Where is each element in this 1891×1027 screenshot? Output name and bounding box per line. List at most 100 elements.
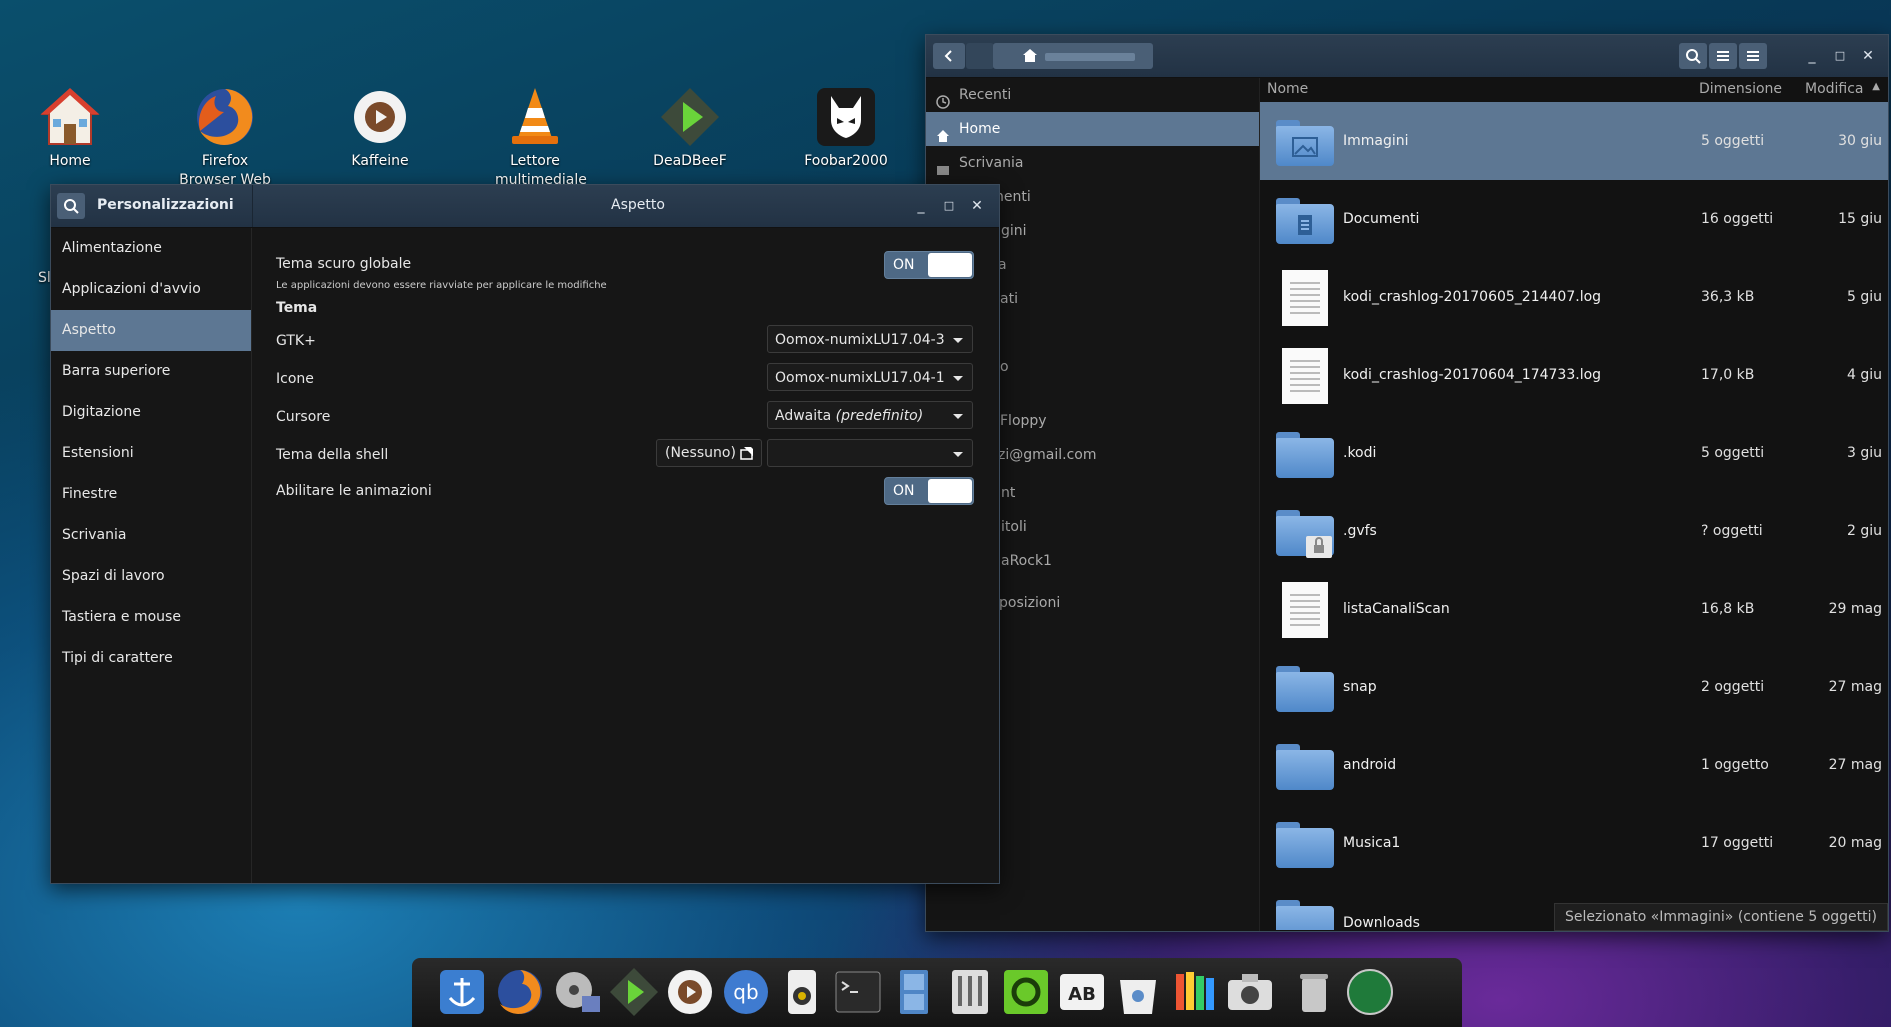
sidebar-item-applicazioni-avvio[interactable]: Applicazioni d'avvio — [51, 269, 251, 310]
sidebar-item-recenti[interactable]: Recenti — [926, 78, 1259, 112]
foobar-icon — [815, 86, 877, 148]
vlc-icon — [504, 86, 566, 148]
sidebar-item-digitazione[interactable]: Digitazione — [51, 392, 251, 433]
dark-theme-toggle[interactable]: ON — [884, 251, 974, 279]
folder-icon — [936, 156, 950, 175]
folder-icon — [1276, 744, 1334, 790]
back-button[interactable] — [933, 43, 965, 69]
icon-theme-dropdown[interactable]: Oomox-numixLU17.04-1 — [767, 363, 973, 391]
desktop-icon-kaffeine[interactable]: Kaffeine — [320, 86, 440, 171]
close-button[interactable]: ✕ — [1858, 46, 1878, 66]
table-row[interactable]: .kodi 5 oggetti 3 giu — [1260, 414, 1888, 492]
table-row[interactable]: Immagini 5 oggetti 30 giu — [1260, 102, 1888, 180]
cursor-theme-dropdown[interactable]: Adwaita (predefinito) — [767, 401, 973, 429]
home-icon — [39, 86, 101, 148]
dock-settings-icon[interactable] — [944, 966, 996, 1018]
sidebar-item-barra-superiore[interactable]: Barra superiore — [51, 351, 251, 392]
table-row[interactable]: .gvfs ? oggetti 2 giu — [1260, 492, 1888, 570]
sidebar-item-alimentazione[interactable]: Alimentazione — [51, 228, 251, 269]
path-bar-home[interactable] — [993, 43, 1153, 69]
shell-theme-file-button[interactable]: (Nessuno) — [656, 439, 762, 467]
sidebar-item-spazi-di-lavoro[interactable]: Spazi di lavoro — [51, 556, 251, 597]
chevron-down-icon — [953, 338, 963, 343]
dock-speaker-icon[interactable] — [776, 966, 828, 1018]
dock-kaffeine-icon[interactable] — [664, 966, 716, 1018]
column-modified[interactable]: Modifica — [1805, 81, 1864, 97]
dock-terminal-icon[interactable] — [832, 966, 884, 1018]
dark-theme-note: Le applicazioni devono essere riavviate … — [276, 280, 607, 291]
sidebar-item-estensioni[interactable]: Estensioni — [51, 433, 251, 474]
text-file-icon — [1282, 582, 1328, 638]
sidebar-item-finestre[interactable]: Finestre — [51, 474, 251, 515]
dock-qbittorrent-icon[interactable]: qb — [720, 966, 772, 1018]
sidebar-item-tastiera-mouse[interactable]: Tastiera e mouse — [51, 597, 251, 638]
column-name[interactable]: Nome — [1267, 81, 1308, 97]
minimize-button[interactable]: _ — [1802, 46, 1822, 66]
column-size[interactable]: Dimensione — [1699, 81, 1782, 97]
hamburger-menu-icon — [1747, 51, 1759, 61]
dark-theme-label: Tema scuro globale — [276, 256, 412, 272]
dock-firefox-icon[interactable] — [494, 966, 546, 1018]
desktop-icon-foobar[interactable]: Foobar2000 — [786, 86, 906, 171]
list-view-icon — [1717, 51, 1729, 61]
dock-file-cabinet-icon[interactable] — [888, 966, 940, 1018]
dock-software-center-icon[interactable] — [1112, 966, 1164, 1018]
desktop-icon-deadbeef[interactable]: DeaDBeeF — [630, 86, 750, 171]
page-title: Aspetto — [611, 197, 665, 213]
animations-label: Abilitare le animazioni — [276, 483, 432, 499]
forward-button[interactable] — [966, 43, 994, 69]
dock-globe-icon[interactable] — [1344, 966, 1396, 1018]
gtk-label: GTK+ — [276, 333, 316, 349]
chevron-down-icon — [953, 376, 963, 381]
table-row[interactable]: listaCanaliScan 16,8 kB 29 mag — [1260, 570, 1888, 648]
kaffeine-icon — [349, 86, 411, 148]
dock-trash-icon[interactable] — [1288, 966, 1340, 1018]
maximize-button[interactable]: □ — [939, 196, 959, 216]
view-list-button[interactable] — [1709, 43, 1737, 69]
folder-icon — [1276, 822, 1334, 868]
table-row[interactable]: android 1 oggetto 27 mag — [1260, 726, 1888, 804]
dock-deadbeef-icon[interactable] — [608, 966, 660, 1018]
table-row[interactable]: snap 2 oggetti 27 mag — [1260, 648, 1888, 726]
search-button[interactable] — [1679, 43, 1707, 69]
table-row[interactable]: kodi_crashlog-20170605_214407.log 36,3 k… — [1260, 258, 1888, 336]
desktop-partial-label: Sl — [38, 270, 51, 286]
table-row[interactable]: Documenti 16 oggetti 15 giu — [1260, 180, 1888, 258]
desktop-icon-vlc[interactable]: Lettore multimediale — [475, 86, 595, 190]
home-icon — [1023, 49, 1037, 62]
deadbeef-icon — [659, 86, 721, 148]
gtk-theme-dropdown[interactable]: Oomox-numixLU17.04-3 — [767, 325, 973, 353]
table-row[interactable]: Musica1 17 oggetti 20 mag — [1260, 804, 1888, 882]
close-button[interactable]: ✕ — [967, 196, 987, 216]
table-row[interactable]: kodi_crashlog-20170604_174733.log 17,0 k… — [1260, 336, 1888, 414]
sidebar-item-aspetto[interactable]: Aspetto — [51, 310, 251, 351]
dock-video-editor-icon[interactable] — [552, 966, 604, 1018]
desktop-icon-label: DeaDBeeF — [653, 153, 727, 169]
svg-text:AB: AB — [1068, 984, 1096, 1005]
desktop-icon-home[interactable]: Home — [10, 86, 130, 171]
desktop-icon-label: Home — [49, 153, 91, 169]
dock-font-viewer-icon[interactable]: AB — [1056, 966, 1108, 1018]
folder-locked-icon — [1276, 510, 1334, 558]
sidebar-item-scrivania[interactable]: Scrivania — [51, 515, 251, 556]
dock-camera-icon[interactable] — [1224, 966, 1276, 1018]
search-button[interactable] — [57, 193, 85, 219]
dock-anchor-icon[interactable] — [436, 966, 488, 1018]
dock-color-palette-icon[interactable] — [1168, 966, 1220, 1018]
minimize-button[interactable]: _ — [911, 196, 931, 216]
folder-icon — [1276, 432, 1334, 478]
animations-toggle[interactable]: ON — [884, 477, 974, 505]
status-overlay: Selezionato «Immagini» (contiene 5 ogget… — [1553, 903, 1888, 931]
maximize-button[interactable]: □ — [1830, 46, 1850, 66]
desktop-icon-firefox[interactable]: Firefox Browser Web — [165, 86, 285, 190]
icons-label: Icone — [276, 371, 314, 387]
dock-gear-icon[interactable] — [1000, 966, 1052, 1018]
shell-theme-dropdown[interactable] — [767, 439, 973, 467]
search-icon — [64, 199, 79, 214]
sidebar-item-scrivania[interactable]: Scrivania — [926, 146, 1259, 180]
sidebar-item-home[interactable]: Home — [926, 112, 1259, 146]
app-title: Personalizzazioni — [97, 197, 234, 213]
sidebar-item-tipi-di-carattere[interactable]: Tipi di carattere — [51, 638, 251, 679]
folder-icon — [1276, 666, 1334, 712]
menu-button[interactable] — [1739, 43, 1767, 69]
